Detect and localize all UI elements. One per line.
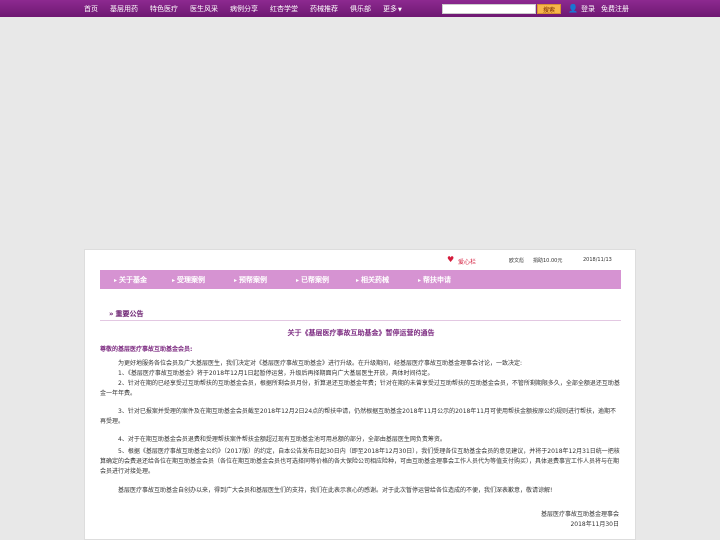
article-paragraph: 基层医疗事故互助基金自创办以来，得到广大会员和基层医生们的支持，我们在此表示衷心… — [118, 487, 553, 494]
article-title: 关于《基层医疗事故互助基金》暂停运营的通告 — [287, 329, 435, 337]
nav-academy[interactable]: 红杏学堂 — [270, 4, 298, 14]
section-heading: » 重要公告 — [109, 309, 144, 319]
tab-accepted-cases[interactable]: ▸ 受理案例 — [172, 275, 205, 285]
arrow-right-icon: ▸ — [418, 277, 422, 284]
tab-label: 受理案例 — [177, 276, 206, 284]
article-paragraph: 1、《基层医疗事故互助基金》将于2018年12月1日起暂停运营，升级后再择期面向… — [118, 370, 434, 377]
heart-icon: ♥ — [447, 255, 455, 264]
search-button[interactable]: 搜索 — [537, 4, 561, 14]
user-links: 👤 登录 免费注册 — [568, 0, 635, 17]
arrow-right-icon: ▸ — [172, 277, 176, 284]
section-title: 重要公告 — [115, 310, 144, 318]
arrow-right-icon: ▸ — [114, 277, 118, 284]
article-paragraph: 5、根据《基层医疗事故互助基金公约》（2017版）的约定，自本公告发布日起30日… — [100, 448, 620, 475]
article-greeting: 尊敬的基层医疗事故互助基金会员: — [100, 346, 193, 353]
article-paragraph: 4、对于在期互助基金会员退费和受理帮扶案件帮扶金额超过现有互助基金池可用总额的部… — [118, 436, 446, 443]
tab-label: 帮扶申请 — [423, 276, 452, 284]
tab-pre-help-cases[interactable]: ▸ 预帮案例 — [234, 275, 267, 285]
tab-label: 相关药械 — [361, 276, 390, 284]
nav-club[interactable]: 俱乐部 — [350, 4, 371, 14]
love-column-link[interactable]: 爱心栏 — [458, 257, 476, 266]
nav-primary-medicine[interactable]: 基层用药 — [110, 4, 138, 14]
tab-label: 已帮案例 — [301, 276, 330, 284]
fund-tab-bar: ▸ 关于基金 ▸ 受理案例 ▸ 预帮案例 ▸ 已帮案例 ▸ 相关药械 ▸ 帮扶申请 — [100, 270, 621, 289]
register-link[interactable]: 免费注册 — [601, 4, 629, 14]
article-paragraph: 为更好地服务各位会员及广大基层医生，我们决定对《基层医疗事故互助基金》进行升级。… — [118, 360, 523, 367]
donation-date: 2018/11/13 — [583, 257, 612, 263]
tab-helped-cases[interactable]: ▸ 已帮案例 — [296, 275, 329, 285]
signature: 基层医疗事故互助基金理事会 — [540, 511, 619, 518]
user-icon: 👤 — [568, 4, 578, 13]
nav-special-medical[interactable]: 特色医疗 — [150, 4, 178, 14]
nav-more-label: 更多 — [383, 4, 397, 13]
double-chevron-icon: » — [109, 310, 114, 318]
chevron-down-icon: ▼ — [398, 6, 402, 13]
main-nav: 首页 基层用药 特色医疗 医生风采 病例分享 红杏学堂 药械推荐 俱乐部 更多▼ — [78, 0, 408, 17]
arrow-right-icon: ▸ — [356, 277, 360, 284]
search-input[interactable] — [442, 4, 536, 14]
nav-case-sharing[interactable]: 病例分享 — [230, 4, 258, 14]
tab-help-apply[interactable]: ▸ 帮扶申请 — [418, 275, 451, 285]
donor-name: 欧文彪 — [509, 258, 525, 264]
tab-related-devices[interactable]: ▸ 相关药械 — [356, 275, 389, 285]
nav-doctor-profiles[interactable]: 医生风采 — [190, 4, 218, 14]
divider — [100, 320, 621, 321]
signature-date: 2018年11月30日 — [570, 521, 619, 528]
arrow-right-icon: ▸ — [296, 277, 300, 284]
article-paragraph: 2、针对在期的已经享受过互助帮扶的互助基金会员，根据所剩会员月份，折算退还互助基… — [100, 380, 620, 397]
login-link[interactable]: 登录 — [581, 4, 595, 14]
nav-more[interactable]: 更多▼ — [383, 4, 402, 14]
tab-label: 预帮案例 — [239, 276, 268, 284]
tab-label: 关于基金 — [119, 276, 148, 284]
nav-device-recommend[interactable]: 药械推荐 — [310, 4, 338, 14]
donation-meta: ♥ 爱心栏 欧文彪 捐助10.00元 2018/11/13 — [85, 255, 635, 266]
top-nav-bar: 首页 基层用药 特色医疗 医生风采 病例分享 红杏学堂 药械推荐 俱乐部 更多▼… — [0, 0, 720, 17]
article-paragraph: 3、针对已报案并受理的案件及在期互助基金会员截至2018年12月2日24点的帮扶… — [100, 408, 616, 425]
tab-about-fund[interactable]: ▸ 关于基金 — [114, 275, 147, 285]
nav-home[interactable]: 首页 — [84, 4, 98, 14]
content-card: ♥ 爱心栏 欧文彪 捐助10.00元 2018/11/13 ▸ 关于基金 ▸ 受理案… — [84, 249, 636, 540]
donation-amount: 捐助10.00元 — [533, 258, 563, 264]
arrow-right-icon: ▸ — [234, 277, 238, 284]
